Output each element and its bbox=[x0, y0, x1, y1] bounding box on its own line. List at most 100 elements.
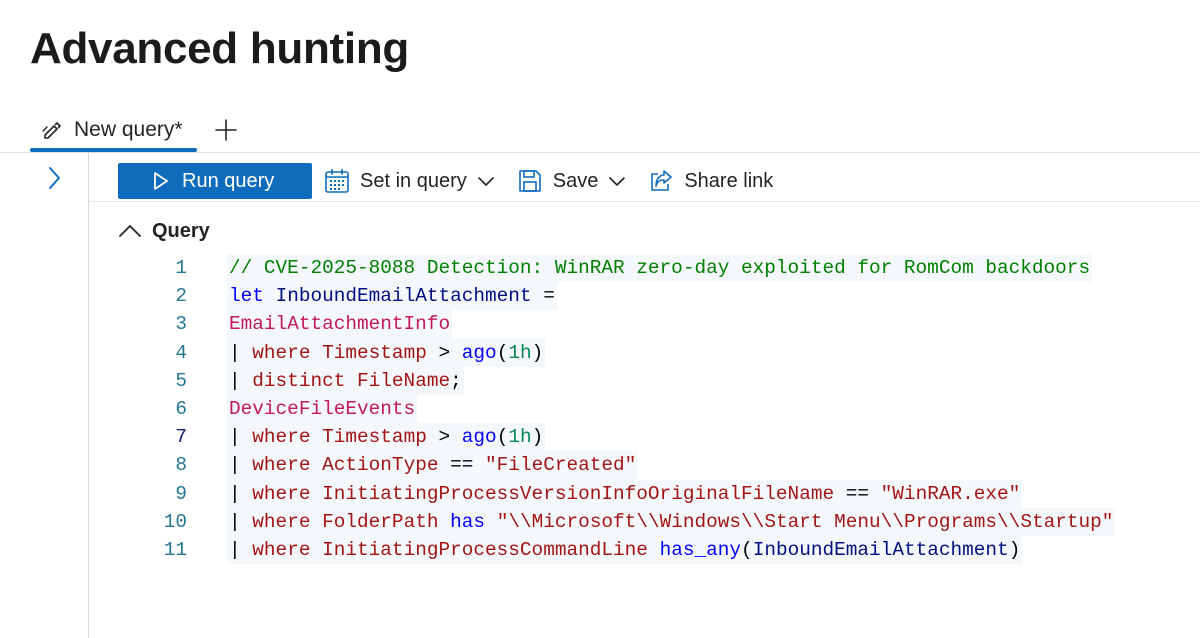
code-line[interactable]: 11 | where InitiatingProcessCommandLine h… bbox=[140, 535, 1200, 565]
code-line[interactable]: 3 EmailAttachmentInfo bbox=[140, 310, 1200, 339]
code-token: | bbox=[229, 341, 253, 364]
code-token: ( bbox=[496, 341, 509, 364]
code-token: ) bbox=[1008, 538, 1021, 561]
code-token: has_any bbox=[659, 538, 742, 561]
code-token: 1h bbox=[508, 426, 532, 449]
run-query-label: Run query bbox=[182, 169, 275, 192]
line-number: 3 bbox=[175, 313, 187, 336]
query-toolbar: Run query Set in query Save Share link bbox=[118, 163, 773, 199]
line-code: | where Timestamp > ago(1h) bbox=[227, 423, 546, 452]
code-token: Timestamp bbox=[322, 341, 427, 364]
code-line[interactable]: 9 | where InitiatingProcessVersionInfoOri… bbox=[140, 479, 1200, 508]
code-token: let bbox=[229, 285, 264, 308]
code-token: where bbox=[252, 454, 311, 477]
save-icon bbox=[517, 168, 543, 194]
expand-panel-button[interactable] bbox=[40, 164, 68, 192]
code-token: where bbox=[252, 510, 311, 533]
line-number: 11 bbox=[163, 538, 187, 561]
code-token: == bbox=[438, 454, 486, 477]
line-number: 2 bbox=[175, 285, 187, 308]
chevron-up-icon bbox=[118, 219, 142, 243]
code-token: = bbox=[531, 285, 555, 308]
code-token: InboundEmailAttachment bbox=[752, 538, 1009, 561]
calendar-icon bbox=[324, 168, 350, 194]
line-code: EmailAttachmentInfo bbox=[227, 310, 453, 339]
set-in-query-label: Set in query bbox=[360, 169, 467, 192]
line-number: 7 bbox=[175, 426, 187, 449]
set-in-query-button[interactable]: Set in query bbox=[324, 163, 495, 199]
line-code: let InboundEmailAttachment = bbox=[227, 282, 557, 311]
tab-new-query[interactable]: New query* bbox=[30, 108, 197, 152]
code-token: where bbox=[252, 426, 311, 449]
chevron-down-icon bbox=[608, 172, 626, 190]
save-label: Save bbox=[552, 169, 599, 192]
code-token: ago bbox=[461, 426, 497, 449]
code-token: == bbox=[834, 482, 881, 505]
code-token: where bbox=[252, 482, 311, 505]
code-token: | bbox=[229, 426, 253, 449]
line-code: | where ActionType == "FileCreated" bbox=[227, 451, 639, 480]
run-query-button[interactable]: Run query bbox=[118, 163, 312, 199]
line-code: // CVE-2025-8088 Detection: WinRAR zero-… bbox=[227, 254, 1093, 283]
page-title: Advanced hunting bbox=[30, 24, 409, 73]
rail-divider bbox=[88, 153, 89, 638]
code-token: ago bbox=[461, 341, 497, 364]
line-code: | where FolderPath has "\\Microsoft\\Win… bbox=[227, 507, 1116, 536]
code-token: where bbox=[252, 341, 311, 364]
tabs-divider bbox=[0, 152, 1200, 153]
code-token: "WinRAR.exe" bbox=[880, 482, 1021, 505]
code-token: > bbox=[426, 341, 462, 364]
code-token: ( bbox=[741, 538, 753, 561]
toolbar-divider bbox=[89, 201, 1200, 202]
code-line[interactable]: 10 | where FolderPath has "\\Microsoft\\W… bbox=[140, 507, 1200, 536]
code-token: | bbox=[229, 369, 253, 392]
code-line[interactable]: 7 | where Timestamp > ago(1h) bbox=[140, 423, 1200, 452]
code-line[interactable]: 8 | where ActionType == "FileCreated" bbox=[140, 451, 1200, 480]
code-token: "\\Microsoft\\Windows\\Start Menu\\Progr… bbox=[496, 510, 1114, 533]
code-token: ) bbox=[531, 426, 544, 449]
share-link-button[interactable]: Share link bbox=[648, 163, 773, 199]
code-line[interactable]: 4 | where Timestamp > ago(1h) bbox=[140, 338, 1200, 367]
code-token: ActionType bbox=[322, 454, 439, 477]
code-token: | bbox=[229, 482, 253, 505]
code-line[interactable]: 2 let InboundEmailAttachment = bbox=[140, 282, 1200, 311]
line-code: | distinct FileName; bbox=[227, 366, 464, 395]
tab-label: New query* bbox=[74, 118, 183, 141]
code-token: Timestamp bbox=[322, 426, 427, 449]
save-button[interactable]: Save bbox=[517, 163, 627, 199]
add-tab-button[interactable] bbox=[211, 115, 241, 145]
query-tabs: New query* bbox=[30, 108, 241, 152]
query-editor[interactable]: 1 // CVE-2025-8088 Detection: WinRAR zero… bbox=[140, 254, 1200, 565]
code-token: 1h bbox=[508, 341, 532, 364]
code-token: distinct bbox=[252, 369, 346, 392]
code-token: | bbox=[229, 454, 253, 477]
code-token: // CVE-2025-8088 Detection: WinRAR zero-… bbox=[229, 257, 1091, 280]
code-token: EmailAttachmentInfo bbox=[229, 313, 451, 336]
line-number: 6 bbox=[175, 398, 187, 421]
code-token: FolderPath bbox=[322, 510, 439, 533]
code-token: ( bbox=[496, 426, 509, 449]
code-token: FileName bbox=[357, 369, 451, 392]
code-token: DeviceFileEvents bbox=[229, 398, 416, 421]
plus-icon bbox=[214, 118, 238, 142]
line-code: | where InitiatingProcessCommandLine has… bbox=[227, 535, 1023, 565]
code-line[interactable]: 5 | distinct FileName; bbox=[140, 366, 1200, 395]
play-icon bbox=[152, 171, 170, 191]
code-token: ; bbox=[450, 369, 462, 392]
code-token: | bbox=[229, 538, 253, 561]
code-token: ) bbox=[531, 341, 544, 364]
code-line[interactable]: 1 // CVE-2025-8088 Detection: WinRAR zero… bbox=[140, 254, 1200, 283]
chevron-down-icon bbox=[477, 172, 495, 190]
line-number: 5 bbox=[175, 369, 187, 392]
share-icon bbox=[648, 168, 674, 194]
code-token: > bbox=[426, 426, 462, 449]
code-line[interactable]: 6 DeviceFileEvents bbox=[140, 394, 1200, 424]
query-section-toggle[interactable]: Query bbox=[118, 218, 210, 244]
